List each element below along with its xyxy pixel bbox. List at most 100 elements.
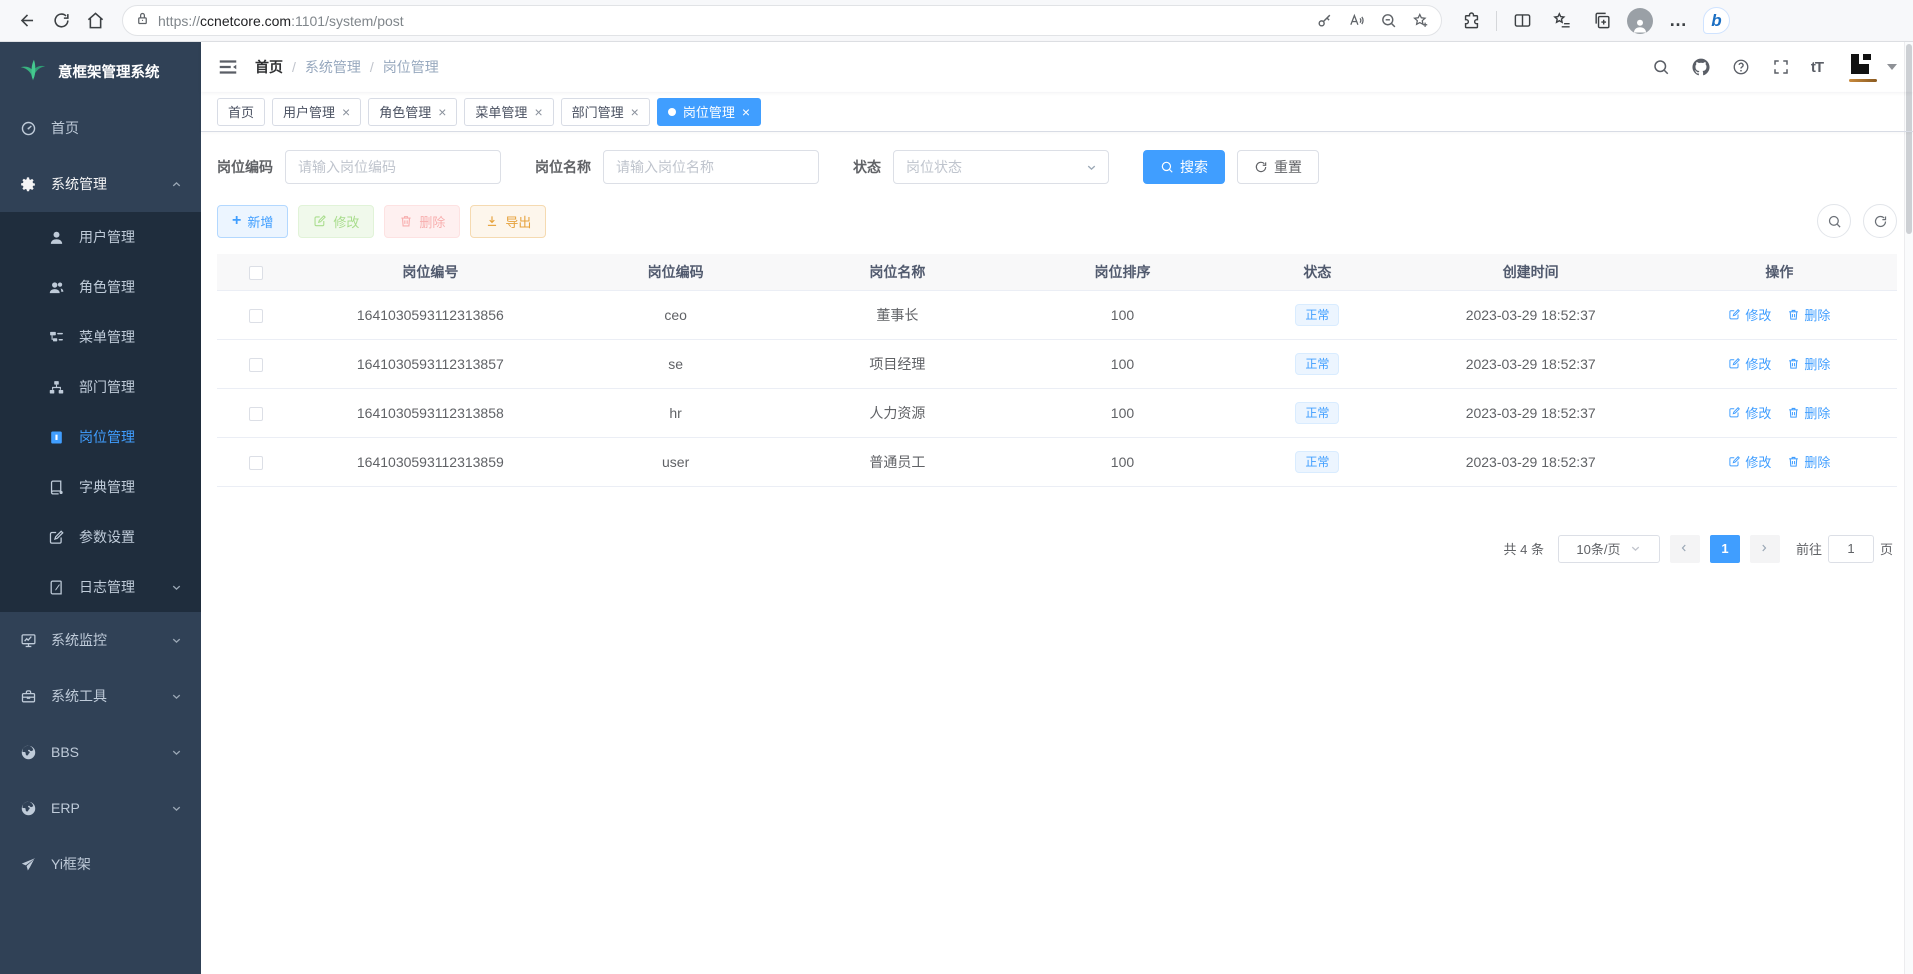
page-size-select[interactable]: 10条/页 — [1558, 535, 1660, 563]
delete-button-disabled[interactable]: 删除 — [384, 205, 460, 238]
page-content: 岗位编码 岗位名称 状态 岗位状态 搜索 — [201, 132, 1913, 974]
sidebar-item-erp[interactable]: ERP — [0, 780, 201, 836]
fullscreen-icon[interactable] — [1771, 57, 1791, 77]
current-page-button[interactable]: 1 — [1710, 535, 1740, 563]
address-bar[interactable]: https://ccnetcore.com:1101/system/post — [122, 5, 1442, 36]
sidebar-item-param-settings[interactable]: 参数设置 — [0, 512, 201, 562]
tab-close-icon[interactable]: × — [534, 105, 542, 119]
status-label: 状态 — [853, 157, 881, 177]
row-checkbox[interactable] — [249, 358, 263, 372]
split-screen-icon[interactable] — [1507, 4, 1537, 38]
select-all-checkbox[interactable] — [249, 266, 263, 280]
tab-role-manage[interactable]: 角色管理× — [368, 98, 457, 126]
breadcrumb-home[interactable]: 首页 — [255, 57, 283, 77]
export-button[interactable]: 导出 — [470, 205, 546, 238]
status-select-placeholder: 岗位状态 — [906, 157, 962, 177]
chevron-down-icon — [1085, 161, 1098, 174]
reset-button[interactable]: 重置 — [1237, 150, 1319, 184]
row-delete-link[interactable]: 删除 — [1787, 403, 1830, 422]
tab-dept-manage[interactable]: 部门管理× — [561, 98, 650, 126]
cell-post-code: se — [566, 339, 784, 388]
browser-profile-avatar[interactable] — [1627, 8, 1653, 34]
tab-close-icon[interactable]: × — [342, 105, 350, 119]
favorites-icon[interactable] — [1547, 4, 1577, 38]
sidebar-item-dept-manage[interactable]: 部门管理 — [0, 362, 201, 412]
sidebar-item-user-manage[interactable]: 用户管理 — [0, 212, 201, 262]
post-name-input[interactable] — [603, 150, 819, 184]
row-delete-link[interactable]: 删除 — [1787, 354, 1830, 373]
read-aloud-icon[interactable] — [1341, 8, 1371, 34]
search-button[interactable]: 搜索 — [1143, 150, 1225, 184]
row-checkbox[interactable] — [249, 456, 263, 470]
collections-icon[interactable] — [1587, 4, 1617, 38]
cell-post-id: 1641030593112313859 — [294, 437, 566, 486]
sidebar-item-system-monitor[interactable]: 系统监控 — [0, 612, 201, 668]
tab-close-icon[interactable]: × — [438, 105, 446, 119]
add-button[interactable]: +新增 — [217, 205, 288, 238]
row-checkbox[interactable] — [249, 407, 263, 421]
goto-page-input[interactable] — [1828, 535, 1874, 563]
sidebar-item-system-manage[interactable]: 系统管理 — [0, 156, 201, 212]
row-edit-link[interactable]: 修改 — [1728, 452, 1771, 471]
status-select[interactable]: 岗位状态 — [893, 150, 1109, 184]
sidebar-item-label: 首页 — [51, 118, 183, 138]
show-search-toggle-button[interactable] — [1817, 204, 1851, 238]
help-question-icon[interactable] — [1731, 57, 1751, 77]
app-logo-row[interactable]: 意框架管理系统 — [0, 42, 201, 100]
sidebar-item-post-manage[interactable]: 岗位管理 — [0, 412, 201, 462]
row-checkbox[interactable] — [249, 309, 263, 323]
cell-post-name: 项目经理 — [785, 339, 1010, 388]
prev-page-button[interactable] — [1670, 535, 1700, 563]
col-post-code: 岗位编码 — [566, 254, 784, 290]
row-delete-link[interactable]: 删除 — [1787, 452, 1830, 471]
col-post-id: 岗位编号 — [294, 254, 566, 290]
user-profile-dropdown[interactable] — [1847, 52, 1897, 82]
browser-refresh-button[interactable] — [44, 4, 78, 38]
tab-user-manage[interactable]: 用户管理× — [272, 98, 361, 126]
tab-post-manage-active[interactable]: 岗位管理 × — [657, 98, 761, 126]
header-search-icon[interactable] — [1651, 57, 1671, 77]
toolbar-divider — [1496, 11, 1497, 31]
sidebar-toggle-hamburger-icon[interactable] — [217, 56, 239, 78]
text-size-icon[interactable]: tT — [1811, 59, 1823, 76]
copilot-bing-icon[interactable]: b — [1703, 7, 1730, 34]
tab-label: 岗位管理 — [683, 102, 735, 121]
tab-close-icon[interactable]: × — [742, 105, 750, 119]
sidebar-item-label: ERP — [51, 800, 156, 816]
password-key-icon[interactable] — [1309, 8, 1339, 34]
sidebar-item-system-tools[interactable]: 系统工具 — [0, 668, 201, 724]
log-icon — [48, 579, 65, 596]
row-edit-link[interactable]: 修改 — [1728, 305, 1771, 324]
add-favorite-icon[interactable] — [1405, 8, 1435, 34]
row-delete-link[interactable]: 删除 — [1787, 305, 1830, 324]
tab-close-icon[interactable]: × — [631, 105, 639, 119]
sidebar-item-dict-manage[interactable]: 字典管理 — [0, 462, 201, 512]
tab-home[interactable]: 首页 — [217, 98, 265, 126]
github-icon[interactable] — [1691, 57, 1711, 77]
browser-menu-icon[interactable]: … — [1663, 4, 1693, 38]
post-code-input[interactable] — [285, 150, 501, 184]
sidebar-item-label: 菜单管理 — [79, 327, 183, 347]
sidebar-item-role-manage[interactable]: 角色管理 — [0, 262, 201, 312]
browser-home-button[interactable] — [78, 4, 112, 38]
tab-menu-manage[interactable]: 菜单管理× — [464, 98, 553, 126]
sidebar-item-log-manage[interactable]: 日志管理 — [0, 562, 201, 612]
sidebar-item-menu-manage[interactable]: 菜单管理 — [0, 312, 201, 362]
next-page-button[interactable] — [1750, 535, 1780, 563]
zoom-out-icon[interactable] — [1373, 8, 1403, 34]
row-edit-link[interactable]: 修改 — [1728, 354, 1771, 373]
window-scrollbar[interactable] — [1904, 42, 1913, 974]
lock-icon[interactable] — [135, 11, 150, 31]
extensions-icon[interactable] — [1456, 4, 1486, 38]
sidebar-item-home[interactable]: 首页 — [0, 100, 201, 156]
col-post-sort: 岗位排序 — [1010, 254, 1235, 290]
edit-button-disabled[interactable]: 修改 — [298, 205, 374, 238]
refresh-table-button[interactable] — [1863, 204, 1897, 238]
breadcrumb-system-manage[interactable]: 系统管理 — [305, 57, 361, 77]
sidebar-item-yi-framework[interactable]: Yi框架 — [0, 836, 201, 892]
sidebar-item-bbs[interactable]: BBS — [0, 724, 201, 780]
browser-back-button[interactable] — [10, 4, 44, 38]
row-edit-link[interactable]: 修改 — [1728, 403, 1771, 422]
app-title: 意框架管理系统 — [58, 61, 160, 82]
breadcrumb-post-manage[interactable]: 岗位管理 — [383, 57, 439, 77]
